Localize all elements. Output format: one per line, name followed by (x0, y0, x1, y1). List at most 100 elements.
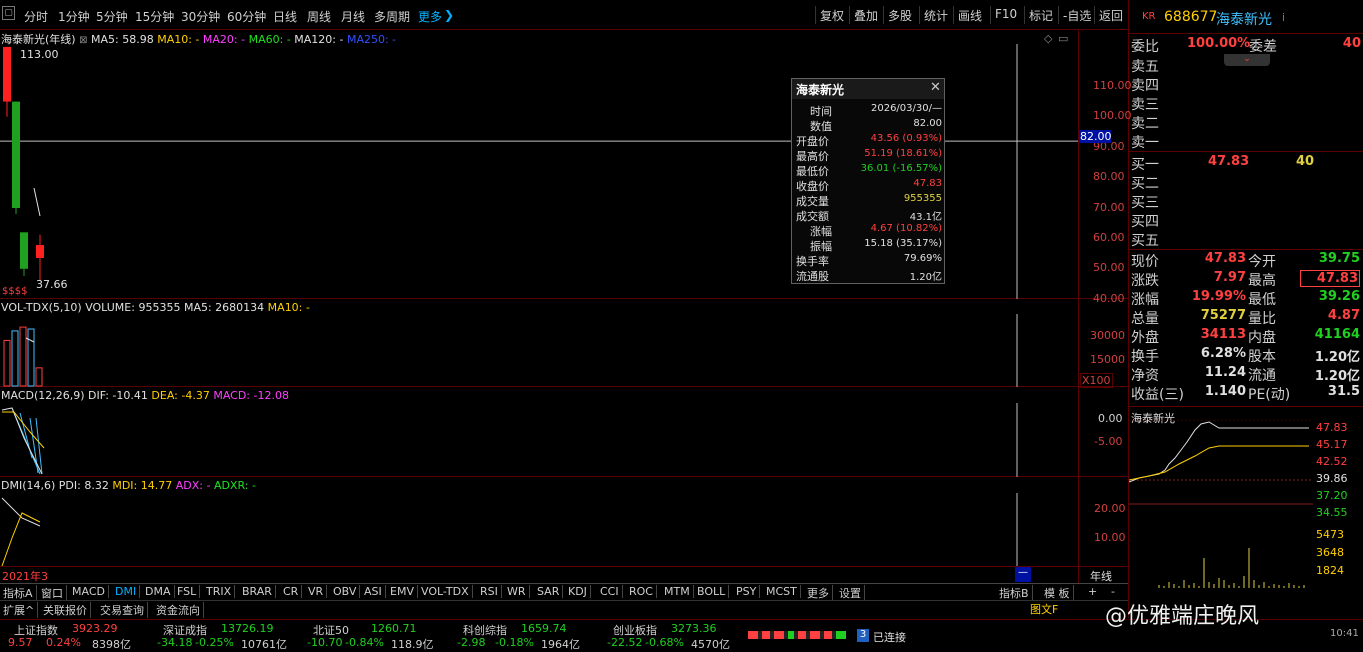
candle-body[interactable] (12, 101, 20, 208)
order-sell-level[interactable]: 卖五 (1131, 56, 1159, 76)
tooltip-label: 成交量 (796, 195, 829, 208)
period-month[interactable]: 月线 (341, 8, 365, 25)
candle-body[interactable] (20, 232, 28, 269)
period-1min[interactable]: 1分钟 (58, 8, 90, 25)
tooltip-row: 涨幅 4.67 (10.82%) (796, 223, 942, 238)
tab-obv[interactable]: OBV (330, 585, 361, 598)
info-icon[interactable]: i (1282, 11, 1285, 24)
tab-wr[interactable]: WR (504, 585, 530, 598)
tab-boll[interactable]: BOLL (694, 585, 730, 598)
intraday-mini-chart[interactable] (1129, 420, 1313, 590)
tab-settings[interactable]: 设置 (836, 585, 865, 601)
order-buy-level[interactable]: 买二 (1131, 173, 1159, 193)
quote-label: 股本 (1248, 349, 1276, 365)
btn-back[interactable]: 返回 (1094, 6, 1127, 24)
more-chevron-icon[interactable]: ❯ (444, 8, 454, 22)
tooltip-label: 收盘价 (796, 180, 829, 193)
tab-fsl[interactable]: FSL (174, 585, 201, 598)
period-30min[interactable]: 30分钟 (181, 8, 220, 25)
quote-value: 47.83 (1300, 270, 1360, 287)
macd-chart[interactable] (0, 388, 1078, 477)
period-multi[interactable]: 多周期 (374, 8, 410, 25)
tab-mcst[interactable]: MCST (763, 585, 801, 598)
tab-more[interactable]: 更多 (804, 585, 833, 601)
tab-asi[interactable]: ASI (361, 585, 386, 598)
order-sell-level[interactable]: 卖四 (1131, 75, 1159, 95)
btn-fuquan[interactable]: 复权 (815, 6, 848, 24)
pin-icon[interactable]: ▢ (2, 6, 15, 20)
tab-psy[interactable]: PSY (733, 585, 761, 598)
tab-mtm[interactable]: MTM (661, 585, 694, 598)
tab-brar[interactable]: BRAR (239, 585, 276, 598)
btn-draw[interactable]: 画线 (953, 6, 986, 24)
order-buy-level[interactable]: 买一 (1131, 154, 1159, 174)
quote-label: 内盘 (1248, 330, 1276, 346)
main-chart-panel[interactable]: 海泰新光(年线) ⊠ MA5: 58.98 MA10: - MA20: - MA… (0, 30, 1132, 305)
order-sell-level[interactable]: 卖三 (1131, 94, 1159, 114)
tab-trix[interactable]: TRIX (203, 585, 236, 598)
tab-roc[interactable]: ROC (626, 585, 657, 598)
tab-indicator-a[interactable]: 指标A (0, 585, 37, 601)
volume-bar[interactable] (11, 330, 19, 387)
tab-trade-query[interactable]: 交易查询 (97, 602, 148, 618)
candle-body[interactable] (36, 244, 44, 258)
tab-vol-tdx[interactable]: VOL-TDX (418, 585, 473, 598)
period-label: 年线 (1090, 570, 1112, 583)
volume-bar[interactable] (3, 339, 11, 387)
tab-cr[interactable]: CR (280, 585, 303, 598)
period-15min[interactable]: 15分钟 (135, 8, 174, 25)
tab-sar[interactable]: SAR (534, 585, 564, 598)
period-intraday[interactable]: 分时 (24, 8, 48, 25)
tab-vr[interactable]: VR (305, 585, 328, 598)
mini-price-tick: 45.17 (1316, 438, 1348, 451)
tab-expand[interactable]: 扩展^ (0, 602, 39, 618)
tab-dma[interactable]: DMA (142, 585, 175, 598)
x-axis-row: 2021年3 — 年线 (0, 566, 1128, 583)
dmi-panel[interactable]: DMI(14,6) PDI: 8.32 MDI: 14.77 ADX: - AD… (0, 478, 1128, 566)
btn-watchlist[interactable]: -自选 (1058, 6, 1095, 24)
order-sell-level[interactable]: 卖一 (1131, 132, 1159, 152)
btn-f10[interactable]: F10 (990, 6, 1021, 24)
btn-mark[interactable]: 标记 (1024, 6, 1057, 24)
weibi-label: 委比 (1131, 39, 1159, 55)
tab-emv[interactable]: EMV (387, 585, 418, 598)
price-tick: 110.00 (1093, 79, 1132, 92)
zoom-in-button[interactable]: + (1085, 585, 1100, 598)
tab-related-quotes[interactable]: 关联报价 (40, 602, 91, 618)
volume-bar[interactable] (35, 367, 43, 387)
tab-rsi[interactable]: RSI (477, 585, 502, 598)
collapse-chevron-icon[interactable]: ⌄ (1224, 54, 1270, 66)
volume-chart[interactable] (0, 300, 1078, 387)
tab-indicator-b[interactable]: 指标B (996, 585, 1033, 601)
volume-bar[interactable] (27, 328, 35, 387)
btn-overlay[interactable]: 叠加 (849, 6, 882, 24)
candle-body[interactable] (3, 46, 11, 102)
volume-panel[interactable]: VOL-TDX(5,10) VOLUME: 955355 MA5: 268013… (0, 300, 1128, 388)
period-week[interactable]: 周线 (307, 8, 331, 25)
btn-stats[interactable]: 统计 (919, 6, 952, 24)
tab-template[interactable]: 模 板 (1041, 585, 1074, 601)
buy1-price: 47.83 (1208, 154, 1250, 169)
volume-bar[interactable] (19, 326, 27, 387)
period-5min[interactable]: 5分钟 (96, 8, 128, 25)
tab-macd[interactable]: MACD (69, 585, 109, 598)
period-day[interactable]: 日线 (273, 8, 297, 25)
order-buy-level[interactable]: 买三 (1131, 192, 1159, 212)
tab-fund-flow[interactable]: 资金流向 (153, 602, 204, 618)
tab-cci[interactable]: CCI (597, 585, 623, 598)
order-buy-level[interactable]: 买五 (1131, 230, 1159, 250)
tab-window[interactable]: 窗口 (38, 585, 67, 601)
tab-dmi[interactable]: DMI (112, 585, 141, 598)
index-amount: 10761亿 (241, 638, 287, 651)
close-icon[interactable]: ✕ (930, 80, 941, 95)
period-60min[interactable]: 60分钟 (227, 8, 266, 25)
crosshair-x-marker: — (1015, 567, 1031, 582)
btn-multi-stock[interactable]: 多股 (883, 6, 916, 24)
tab-kdj[interactable]: KDJ (565, 585, 591, 598)
macd-panel[interactable]: MACD(12,26,9) DIF: -10.41 DEA: -4.37 MAC… (0, 388, 1128, 477)
dmi-chart[interactable] (0, 478, 1078, 566)
period-more[interactable]: 更多 (418, 8, 442, 25)
order-sell-level[interactable]: 卖二 (1131, 113, 1159, 133)
zoom-out-button[interactable]: - (1108, 585, 1118, 598)
order-buy-level[interactable]: 买四 (1131, 211, 1159, 231)
